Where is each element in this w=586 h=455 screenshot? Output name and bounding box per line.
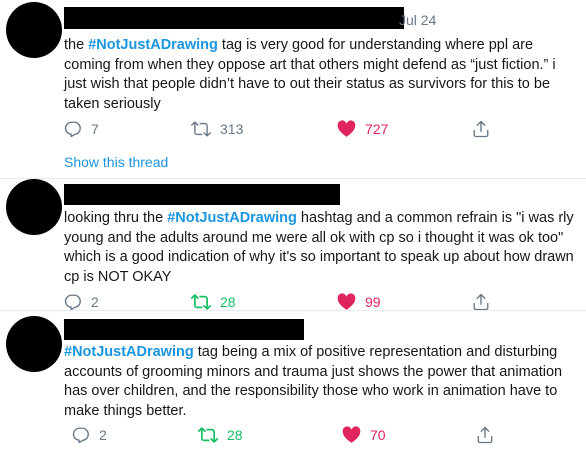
share-icon [472,293,490,311]
tweet-text-prefix: the [64,37,89,53]
share-icon [472,120,490,138]
retweet-icon [191,293,211,311]
reply-icon [72,426,90,444]
like-count: 99 [365,294,381,310]
tweet-actions: 2 28 99 [64,292,544,312]
reply-button[interactable]: 2 [72,425,107,445]
reply-button[interactable]: 7 [64,119,99,139]
tweet-text: the #NotJustADrawing tag is very good fo… [64,36,576,114]
tweet-actions: 2 28 70 [64,425,544,445]
avatar[interactable] [6,2,62,58]
retweet-count: 28 [220,294,236,310]
retweet-button[interactable]: 28 [198,425,243,445]
tweet-text-prefix: looking thru the [64,210,168,226]
redacted-author-name [64,319,304,340]
tweet-2[interactable]: looking thru the #NotJustADrawing hashta… [0,179,586,312]
retweet-count: 313 [220,121,244,137]
like-count: 70 [370,427,386,443]
hashtag-link[interactable]: #NotJustADrawing [167,210,297,226]
retweet-icon [198,426,218,444]
redacted-author-name [64,7,404,29]
avatar[interactable] [6,316,62,372]
redacted-author-name [64,184,340,205]
heart-icon [337,293,356,311]
retweet-button[interactable]: 313 [191,119,243,139]
like-button[interactable]: 727 [337,119,388,139]
share-button[interactable] [472,292,490,312]
retweet-icon [191,120,211,138]
show-thread-link[interactable]: Show this thread [64,153,168,171]
heart-icon [337,120,356,138]
reply-icon [64,293,82,311]
share-button[interactable] [472,119,490,139]
reply-count: 2 [99,427,107,443]
retweet-count: 28 [227,427,243,443]
tweet-3[interactable]: #NotJustADrawing tag being a mix of posi… [0,311,586,455]
like-button[interactable]: 99 [337,292,381,312]
tweet-1[interactable]: Jul 24 the #NotJustADrawing tag is very … [0,0,586,178]
retweet-button[interactable]: 28 [191,292,236,312]
reply-button[interactable]: 2 [64,292,99,312]
reply-count: 2 [91,294,99,310]
tweet-date[interactable]: Jul 24 [399,11,436,29]
hashtag-link[interactable]: #NotJustADrawing [88,37,218,53]
like-button[interactable]: 70 [342,425,386,445]
reply-count: 7 [91,121,99,137]
hashtag-link[interactable]: #NotJustADrawing [64,344,194,360]
tweet-text: #NotJustADrawing tag being a mix of posi… [64,343,576,421]
like-count: 727 [365,121,389,137]
tweet-actions: 7 313 727 [64,119,544,139]
reply-icon [64,120,82,138]
avatar[interactable] [6,179,62,235]
share-icon [476,426,494,444]
heart-icon [342,426,361,444]
share-button[interactable] [476,425,494,445]
tweet-text: looking thru the #NotJustADrawing hashta… [64,209,576,287]
